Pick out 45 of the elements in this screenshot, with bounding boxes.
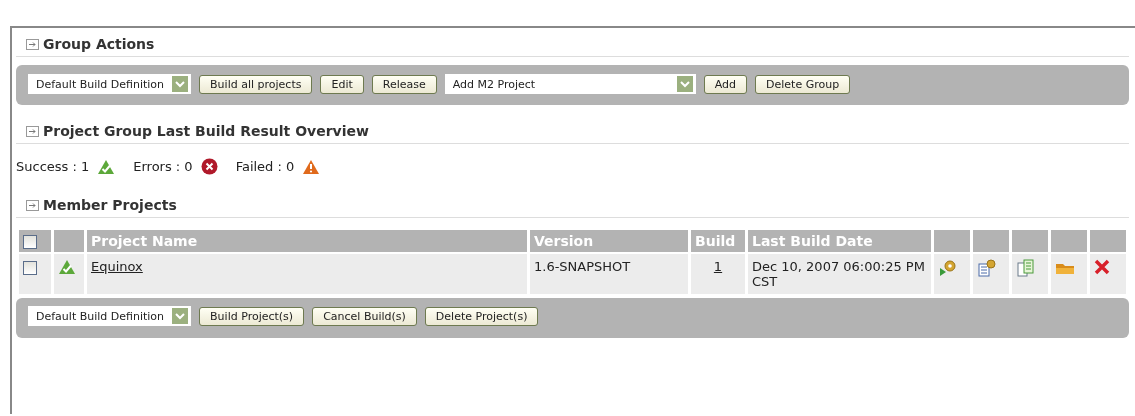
success-check-icon [97,158,116,175]
section-title: Group Actions [43,36,155,52]
build-link[interactable]: 1 [713,259,723,274]
action-button[interactable]: Build all projects [199,74,313,94]
table-cell: 1.6-SNAPSHOT [530,254,688,294]
select-all-checkbox[interactable] [23,235,37,249]
dropdown-icon [172,76,189,92]
header-cell [1012,230,1048,252]
action-button[interactable]: Delete Project(s) [424,306,539,326]
section-title: Member Projects [43,197,177,213]
result-count: Failed : 0 [235,159,295,174]
expand-icon[interactable] [26,199,39,211]
table-cell: Dec 10, 2007 06:00:25 PM CST [748,254,931,294]
dropdown-icon [172,308,189,324]
row-checkbox[interactable] [23,260,37,275]
result-count: Success : 1 [16,159,90,174]
warning-icon [302,158,321,175]
build-definition-select[interactable]: Default Build Definition [28,74,192,94]
action-button[interactable]: Add [703,74,748,94]
error-x-icon [200,158,218,175]
dropdown-icon [676,76,693,92]
column-header: Last Build Date [748,230,931,252]
action-button[interactable]: Release [371,74,437,94]
section-title: Project Group Last Build Result Overview [43,123,369,139]
action-button[interactable]: Edit [320,74,364,94]
delete-icon[interactable] [1094,259,1110,275]
documents-icon[interactable] [1016,259,1036,277]
action-button[interactable]: Delete Group [755,74,851,94]
build-definition-select[interactable]: Default Build Definition [28,306,192,326]
column-header: Build [691,230,745,252]
header-cell [1051,230,1087,252]
header-cell [54,230,84,252]
action-button[interactable]: Cancel Build(s) [312,306,417,326]
expand-icon[interactable] [26,125,39,137]
action-button[interactable]: Build Project(s) [199,306,305,326]
column-header: Version [530,230,688,252]
header-cell [934,230,970,252]
header-cell [973,230,1009,252]
column-header: Project Name [87,230,527,252]
result-count: Errors : 0 [133,159,193,174]
add-project-select[interactable]: Add M2 Project [444,74,696,94]
success-check-icon [58,259,76,275]
expand-icon[interactable] [26,38,39,50]
project-link[interactable]: Equinox [91,259,143,274]
header-cell [1090,230,1126,252]
